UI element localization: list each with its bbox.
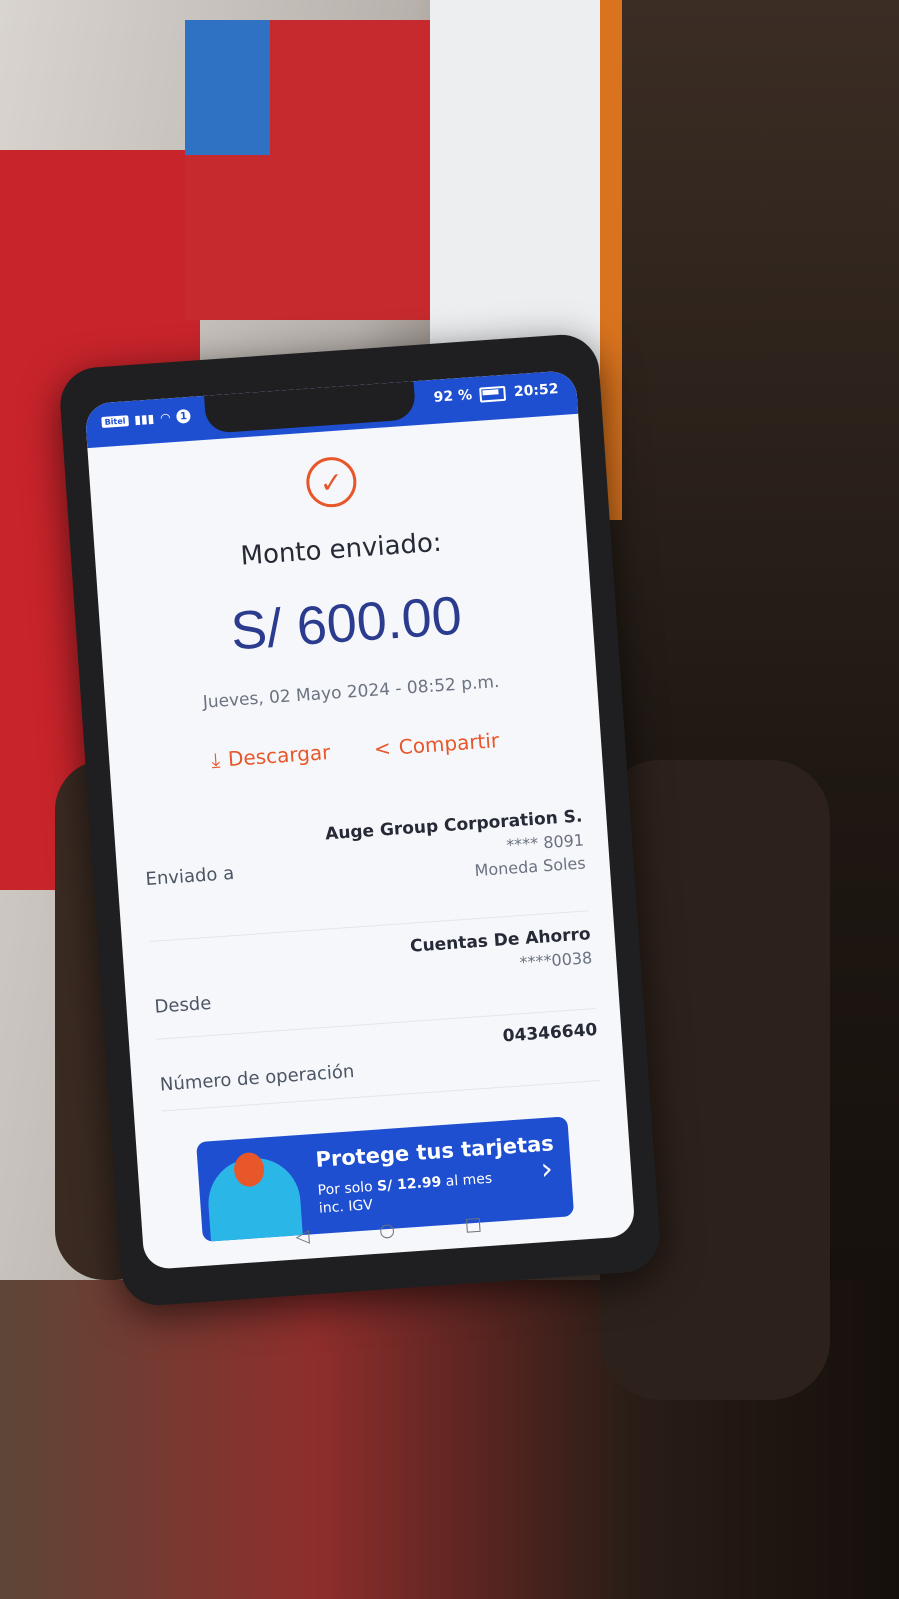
sent-to-label: Enviado a [144, 862, 235, 891]
camera-notch [204, 381, 417, 434]
signal-icon: ▮▮▮ [133, 411, 155, 427]
amount-sent: S/ 600.00 [228, 585, 464, 662]
detail-row-sent-to: Enviado a Auge Group Corporation S. ****… [142, 800, 589, 942]
nav-recent-icon[interactable]: □ [464, 1214, 482, 1236]
share-label: Compartir [397, 728, 500, 760]
share-button[interactable]: < Compartir [373, 728, 500, 761]
battery-percent: 92 % [433, 387, 473, 406]
download-icon: ⤓ [210, 747, 221, 773]
sent-to-values: Auge Group Corporation S. **** 8091 Mone… [325, 807, 587, 891]
promo-price: S/ 12.99 [376, 1174, 442, 1195]
status-bar: Bitel ▮▮▮ ◠ 1 92 % 20:52 [84, 369, 579, 449]
from-label: Desde [153, 992, 212, 1018]
receipt-title: Monto enviado: [239, 527, 443, 572]
status-left: Bitel ▮▮▮ ◠ 1 [101, 408, 192, 429]
nav-back-icon[interactable]: ◁ [295, 1226, 310, 1248]
from-values: Cuentas De Ahorro ****0038 [409, 924, 592, 980]
background-box-label [185, 20, 270, 155]
promo-price-suffix: al mes [440, 1170, 493, 1191]
notification-badge: 1 [176, 408, 192, 424]
success-check-icon: ✓ [304, 455, 359, 509]
operation-label: Número de operación [159, 1061, 355, 1096]
clock: 20:52 [513, 381, 559, 401]
promo-price-prefix: Por solo [317, 1178, 378, 1199]
promo-title: Protege tus tarjetas [314, 1131, 555, 1172]
download-label: Descargar [227, 739, 332, 772]
transaction-date: Jueves, 02 Mayo 2024 - 08:52 p.m. [202, 671, 501, 713]
share-icon: < [373, 735, 392, 761]
battery-icon [479, 385, 507, 403]
promo-tax-note: inc. IGV [318, 1197, 374, 1217]
chevron-right-icon: › [539, 1151, 555, 1188]
operation-values: 04346640 [502, 1020, 598, 1047]
download-button[interactable]: ⤓ Descargar [210, 740, 331, 772]
nav-home-icon[interactable]: ○ [379, 1220, 396, 1242]
carrier-badge: Bitel [101, 414, 129, 428]
status-right: 92 % 20:52 [433, 381, 559, 406]
promo-subtitle: Por solo S/ 12.99 al mes inc. IGV [317, 1167, 529, 1218]
phone: Bitel ▮▮▮ ◠ 1 92 % 20:52 ✓ Monto enviado… [57, 332, 663, 1308]
phone-screen: Bitel ▮▮▮ ◠ 1 92 % 20:52 ✓ Monto enviado… [84, 369, 636, 1271]
operation-number: 04346640 [502, 1019, 598, 1047]
wifi-icon: ◠ [159, 410, 172, 425]
receipt-actions: ⤓ Descargar < Compartir [109, 721, 601, 779]
